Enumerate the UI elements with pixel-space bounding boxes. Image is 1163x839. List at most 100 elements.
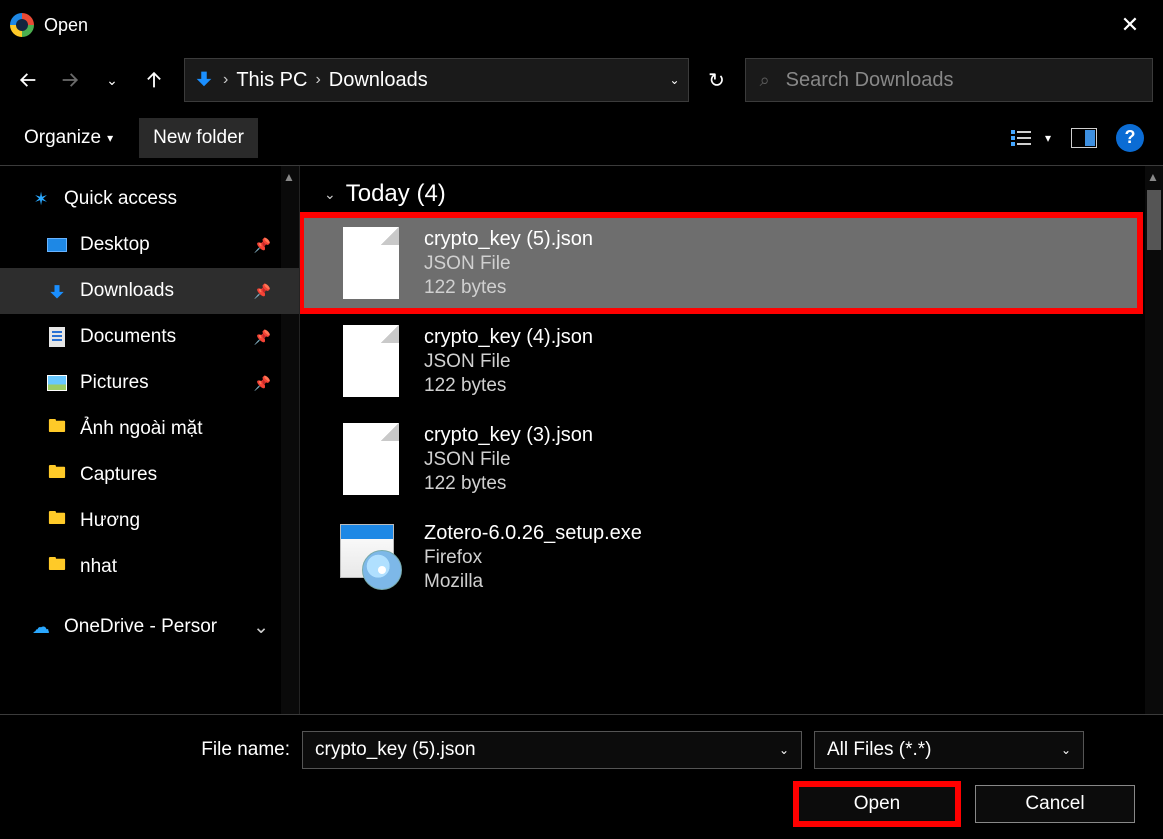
folder-icon: 🖿 — [46, 460, 68, 490]
sidebar-item-downloads[interactable]: Downloads 📌 — [0, 268, 299, 314]
chevron-down-icon[interactable]: ▾ — [1045, 131, 1051, 145]
refresh-button[interactable]: ↻ — [695, 58, 739, 102]
new-folder-button[interactable]: New folder — [139, 118, 258, 158]
window-title: Open — [44, 15, 88, 36]
location-root-icon — [193, 67, 215, 94]
chevron-down-icon[interactable]: ⌄ — [1061, 743, 1071, 757]
file-name-label: File name: — [20, 739, 290, 761]
file-name: crypto_key (3).json — [424, 424, 593, 447]
titlebar: Open ✕ — [0, 0, 1163, 50]
pin-icon: 📌 — [254, 329, 271, 346]
downloads-icon — [46, 281, 68, 301]
footer: File name: crypto_key (5).json ⌄ All Fil… — [0, 714, 1163, 839]
search-input[interactable] — [784, 68, 1138, 93]
file-name: Zotero-6.0.26_setup.exe — [424, 522, 642, 545]
file-name-value: crypto_key (5).json — [315, 739, 476, 761]
sidebar-item-documents[interactable]: Documents 📌 — [0, 314, 299, 360]
new-folder-label: New folder — [153, 127, 244, 149]
sidebar-onedrive[interactable]: ☁ OneDrive - Persor ⌄ — [0, 604, 299, 650]
arrow-right-icon — [59, 69, 81, 91]
chevron-down-icon[interactable]: ⌄ — [779, 743, 789, 757]
sidebar-item-folder[interactable]: 🖿 Ảnh ngoài mặt — [0, 406, 299, 452]
documents-icon — [46, 327, 68, 347]
file-row[interactable]: Zotero-6.0.26_setup.exe Firefox Mozilla — [300, 508, 1141, 606]
sidebar-item-folder[interactable]: 🖿 Captures — [0, 452, 299, 498]
up-button[interactable] — [136, 62, 172, 98]
file-icon — [340, 322, 402, 400]
chevron-down-icon: ⌄ — [324, 186, 336, 203]
sidebar-item-pictures[interactable]: Pictures 📌 — [0, 360, 299, 406]
help-button[interactable]: ? — [1113, 121, 1147, 155]
cloud-icon: ☁ — [30, 617, 52, 638]
sidebar-item-label: Ảnh ngoài mặt — [80, 418, 203, 440]
navigation-row: ⌄ › This PC › Downloads ⌄ ↻ ⌕ — [0, 50, 1163, 110]
chevron-down-icon: ⌄ — [253, 616, 269, 639]
group-header-today[interactable]: ⌄ Today (4) — [300, 166, 1163, 214]
folder-icon: 🖿 — [46, 506, 68, 536]
group-label: Today (4) — [346, 180, 446, 208]
quick-access-label: Quick access — [64, 188, 177, 210]
organize-button[interactable]: Organize ▾ — [10, 118, 127, 158]
address-bar[interactable]: › This PC › Downloads ⌄ — [184, 58, 689, 102]
cancel-label: Cancel — [1025, 793, 1084, 815]
file-name: crypto_key (5).json — [424, 228, 593, 251]
view-details-icon — [1011, 128, 1033, 148]
search-box[interactable]: ⌕ — [745, 58, 1153, 102]
back-button[interactable] — [10, 62, 46, 98]
cancel-button[interactable]: Cancel — [975, 785, 1135, 823]
star-icon: ✶ — [30, 189, 52, 210]
help-icon: ? — [1116, 124, 1144, 152]
toolbar: Organize ▾ New folder ▾ ? — [0, 110, 1163, 166]
search-icon: ⌕ — [760, 70, 770, 91]
organize-label: Organize — [24, 127, 101, 149]
file-meta: crypto_key (3).json JSON File 122 bytes — [424, 424, 593, 495]
sidebar-item-label: Pictures — [80, 372, 149, 394]
sidebar-item-label: Desktop — [80, 234, 150, 256]
file-type: JSON File — [424, 351, 593, 373]
file-name-input[interactable]: crypto_key (5).json ⌄ — [302, 731, 802, 769]
file-icon — [340, 224, 402, 302]
file-meta: Zotero-6.0.26_setup.exe Firefox Mozilla — [424, 522, 642, 593]
open-button[interactable]: Open — [797, 785, 957, 823]
folder-icon: 🖿 — [46, 414, 68, 444]
view-mode-button[interactable] — [1005, 121, 1039, 155]
file-list: ⌄ Today (4) crypto_key (5).json JSON Fil… — [300, 166, 1163, 714]
sidebar-item-label: Downloads — [80, 280, 174, 302]
sidebar-item-folder[interactable]: 🖿 nhat — [0, 544, 299, 590]
body: ✶ Quick access Desktop 📌 Downloads 📌 Doc… — [0, 166, 1163, 714]
recent-locations-button[interactable]: ⌄ — [94, 62, 130, 98]
address-dropdown-icon[interactable]: ⌄ — [670, 73, 680, 87]
pin-icon: 📌 — [254, 283, 271, 300]
sidebar-item-desktop[interactable]: Desktop 📌 — [0, 222, 299, 268]
breadcrumb-downloads[interactable]: Downloads — [329, 69, 428, 92]
filter-label: All Files (*.*) — [827, 739, 932, 761]
chevron-right-icon: › — [217, 71, 234, 89]
filelist-scrollbar[interactable] — [1145, 166, 1163, 714]
preview-pane-icon — [1071, 128, 1097, 148]
sidebar-item-label: Captures — [80, 464, 157, 486]
file-row[interactable]: crypto_key (4).json JSON File 122 bytes — [300, 312, 1141, 410]
file-icon — [340, 518, 402, 596]
open-dialog: Open ✕ ⌄ › This PC › Downloads ⌄ ↻ ⌕ — [0, 0, 1163, 839]
folder-icon: 🖿 — [46, 552, 68, 582]
close-icon[interactable]: ✕ — [1107, 9, 1153, 41]
installer-icon — [340, 524, 402, 590]
sidebar-item-folder[interactable]: 🖿 Hương — [0, 498, 299, 544]
chevron-down-icon: ▾ — [107, 131, 113, 145]
file-type: JSON File — [424, 449, 593, 471]
file-row[interactable]: crypto_key (3).json JSON File 122 bytes — [300, 410, 1141, 508]
file-meta: crypto_key (4).json JSON File 122 bytes — [424, 326, 593, 397]
preview-pane-button[interactable] — [1067, 121, 1101, 155]
pictures-icon — [46, 375, 68, 391]
file-name-row: File name: crypto_key (5).json ⌄ All Fil… — [20, 731, 1143, 769]
file-icon — [340, 420, 402, 498]
breadcrumb-this-pc[interactable]: This PC — [236, 69, 307, 92]
file-type-filter[interactable]: All Files (*.*) ⌄ — [814, 731, 1084, 769]
sidebar: ✶ Quick access Desktop 📌 Downloads 📌 Doc… — [0, 166, 300, 714]
desktop-icon — [46, 238, 68, 252]
sidebar-quick-access[interactable]: ✶ Quick access — [0, 176, 299, 222]
onedrive-label: OneDrive - Persor — [64, 616, 217, 638]
open-label: Open — [854, 793, 900, 815]
file-row[interactable]: crypto_key (5).json JSON File 122 bytes — [300, 214, 1141, 312]
sidebar-item-label: Hương — [80, 510, 140, 532]
